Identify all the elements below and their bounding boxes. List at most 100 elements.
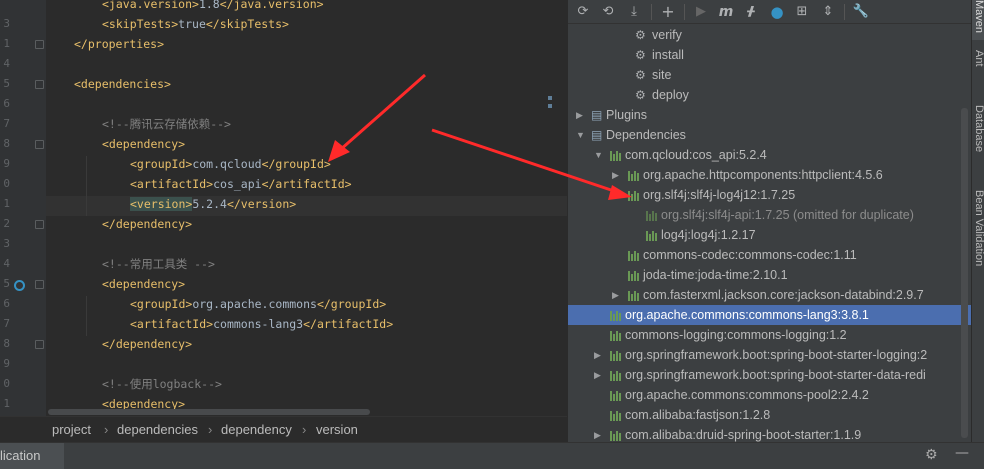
breadcrumb-item[interactable]: version [316, 422, 358, 437]
collapse-arrow-icon[interactable]: ▶ [612, 165, 619, 185]
collapse-arrow-icon[interactable]: ▶ [576, 105, 583, 125]
fold-marker-icon[interactable] [35, 40, 44, 49]
maven-goal-item[interactable]: ⚙ site [568, 65, 972, 85]
code-line[interactable]: <artifactId>commons-lang3</artifactId> [130, 314, 393, 334]
reload-icon[interactable]: ⟳ [574, 3, 592, 21]
xml-tag: <dependencies> [74, 77, 171, 91]
collapse-arrow-icon[interactable]: ▶ [594, 345, 601, 365]
dependency-item[interactable]: ▶ com.fasterxml.jackson.core:jackson-data… [568, 285, 972, 305]
dependency-item[interactable]: joda-time:joda-time:2.10.1 [568, 265, 972, 285]
fold-marker-icon[interactable] [35, 80, 44, 89]
fold-marker-icon[interactable] [35, 280, 44, 289]
library-icon [610, 391, 623, 401]
tool-tab-ant[interactable]: Ant [972, 50, 984, 90]
wrench-icon[interactable]: 🔧 [852, 3, 870, 21]
dependency-item[interactable]: commons-logging:commons-logging:1.2 [568, 325, 972, 345]
tool-tab-bean-validation[interactable]: Bean Validation [972, 190, 984, 300]
dependency-item[interactable]: com.alibaba:fastjson:1.2.8 [568, 405, 972, 425]
line-number: 2 [3, 217, 10, 230]
add-icon[interactable]: + [659, 3, 677, 21]
xml-comment: <!--使用logback--> [102, 377, 222, 391]
code-line[interactable]: <artifactId>cos_api</artifactId> [130, 174, 352, 194]
dependency-item[interactable]: ▶ org.springframework.boot:spring-boot-st… [568, 365, 972, 385]
xml-tag: <groupId> [130, 297, 193, 311]
code-line[interactable]: <groupId>org.apache.commons</groupId> [130, 294, 386, 314]
dependency-item[interactable]: org.slf4j:slf4j-api:1.7.25 (omitted for … [568, 205, 972, 225]
dependency-item[interactable]: ▶ org.springframework.boot:spring-boot-st… [568, 345, 972, 365]
code-line[interactable]: <!--腾讯云存储依赖--> [102, 114, 231, 134]
code-line[interactable]: </dependency> [102, 214, 192, 234]
breadcrumb-item[interactable]: project [52, 422, 91, 437]
code-line[interactable]: <dependencies> [74, 74, 171, 94]
scroll-marker [548, 96, 552, 100]
code-line[interactable]: </properties> [74, 34, 164, 54]
dependency-item[interactable]: ▶ com.alibaba:druid-spring-boot-starter:1… [568, 425, 972, 442]
bottom-tool-tab[interactable]: lication [0, 443, 64, 469]
show-dependencies-icon[interactable]: ⊞ [793, 3, 811, 21]
library-icon [628, 251, 641, 261]
line-number: 8 [3, 337, 10, 350]
tree-item-label: Dependencies [606, 128, 686, 142]
code-line[interactable]: <!--常用工具类 --> [102, 254, 215, 274]
execute-goal-icon[interactable]: m [717, 3, 735, 21]
tool-tab-maven[interactable]: Maven [972, 0, 984, 40]
code-line[interactable]: <skipTests>true</skipTests> [102, 14, 289, 34]
dependency-item[interactable]: commons-codec:commons-codec:1.11 [568, 245, 972, 265]
expand-arrow-icon[interactable]: ▼ [594, 145, 603, 165]
code-line[interactable]: <!--使用logback--> [102, 374, 222, 394]
code-editor[interactable]: <java.version>1.8</java.version> <skipTes… [46, 0, 567, 442]
collapse-all-icon[interactable]: ⇕ [819, 3, 837, 21]
current-line-highlight [46, 196, 567, 216]
library-icon [610, 351, 623, 361]
dependency-item[interactable]: log4j:log4j:1.2.17 [568, 225, 972, 245]
line-number: 4 [3, 257, 10, 270]
fold-marker-icon[interactable] [35, 220, 44, 229]
minimize-icon[interactable]: — [955, 445, 969, 461]
generate-sources-icon[interactable]: ⟲ [599, 3, 617, 21]
dependency-item[interactable]: org.apache.commons:commons-pool2:2.4.2 [568, 385, 972, 405]
maven-goal-item[interactable]: ⚙ verify [568, 25, 972, 45]
maven-folder-item[interactable]: ▼ ▤ Dependencies [568, 125, 972, 145]
tree-item-label: site [652, 68, 672, 82]
code-line[interactable]: </dependency> [102, 334, 192, 354]
code-line[interactable]: <java.version>1.8</java.version> [102, 0, 324, 14]
code-line[interactable]: <dependency> [102, 134, 185, 154]
expand-arrow-icon[interactable]: ▼ [576, 125, 585, 145]
fold-marker-icon[interactable] [35, 140, 44, 149]
maven-goal-item[interactable]: ⚙ deploy [568, 85, 972, 105]
vertical-scrollbar[interactable] [961, 108, 968, 438]
collapse-arrow-icon[interactable]: ▶ [594, 425, 601, 442]
settings-gear-icon[interactable]: ⚙ [925, 447, 938, 463]
fold-marker-icon[interactable] [35, 340, 44, 349]
code-line[interactable]: <version>5.2.4</version> [130, 194, 296, 214]
horizontal-scrollbar[interactable] [48, 409, 370, 415]
library-icon [646, 211, 659, 221]
download-icon[interactable]: ⤓ [625, 3, 643, 21]
collapse-arrow-icon[interactable]: ▶ [594, 365, 601, 385]
indent-guide [86, 156, 87, 216]
line-number: 0 [3, 377, 10, 390]
xml-text: org.apache.commons [192, 297, 317, 311]
maven-goal-item[interactable]: ⚙ install [568, 45, 972, 65]
dependency-item[interactable]: ▶ org.apache.httpcomponents:httpclient:4.… [568, 165, 972, 185]
toggle-offline-icon[interactable]: ᚋ [742, 3, 760, 21]
tree-item-label: commons-codec:commons-codec:1.11 [643, 248, 857, 262]
dependency-item[interactable]: org.apache.commons:commons-lang3:3.8.1 [568, 305, 972, 325]
breadcrumb-separator: › [208, 422, 213, 437]
tool-tab-database[interactable]: Database [972, 105, 984, 175]
gutter-run-icon[interactable] [14, 280, 25, 291]
expand-arrow-icon[interactable]: ▼ [612, 185, 621, 205]
breadcrumb-item[interactable]: dependency [221, 422, 292, 437]
dependency-item[interactable]: ▼ org.slf4j:slf4j-log4j12:1.7.25 [568, 185, 972, 205]
run-icon[interactable]: ▶ [692, 3, 710, 21]
collapse-arrow-icon[interactable]: ▶ [612, 285, 619, 305]
code-line[interactable]: <groupId>com.qcloud</groupId> [130, 154, 331, 174]
code-line[interactable]: <dependency> [102, 274, 185, 294]
breadcrumb-item[interactable]: dependencies [117, 422, 198, 437]
xml-tag: </skipTests> [205, 17, 289, 31]
xml-text: com.qcloud [192, 157, 262, 171]
dependency-item[interactable]: ▼ com.qcloud:cos_api:5.2.4 [568, 145, 972, 165]
maven-folder-item[interactable]: ▶ ▤ Plugins [568, 105, 972, 125]
skip-tests-icon[interactable]: ● [768, 3, 786, 21]
tree-item-label: com.fasterxml.jackson.core:jackson-datab… [643, 288, 924, 302]
